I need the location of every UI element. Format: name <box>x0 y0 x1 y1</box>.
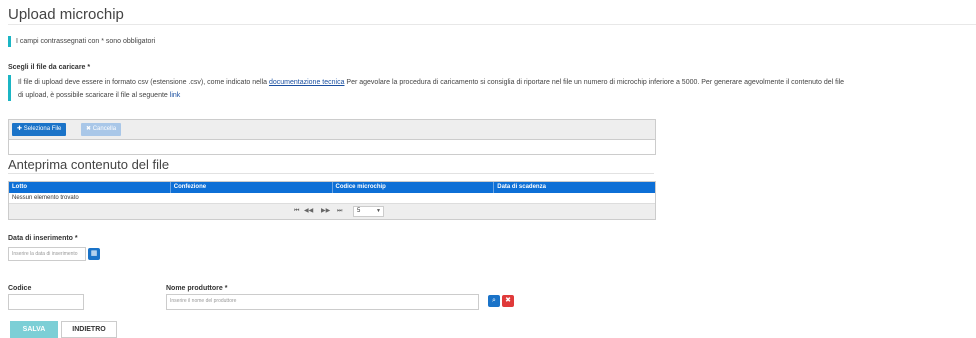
back-button[interactable]: INDIETRO <box>61 321 117 338</box>
upload-info-marker <box>8 75 11 101</box>
nome-produttore-label: Nome produttore * <box>166 285 228 292</box>
calendar-icon: ▦ <box>90 250 98 257</box>
preview-title: Anteprima contenuto del file <box>8 157 170 172</box>
upload-label: Scegli il file da caricare * <box>8 64 91 71</box>
data-inserimento-label: Data di inserimento * <box>8 235 78 242</box>
title-divider <box>8 24 976 25</box>
upload-info-line1: Il file di upload deve essere in formato… <box>18 76 844 89</box>
cancel-file-button[interactable]: ✖ Cancella <box>81 123 122 136</box>
last-page-icon[interactable]: ⏭ <box>337 207 342 216</box>
preview-divider <box>8 173 654 174</box>
first-page-icon[interactable]: ⏮ <box>294 207 299 216</box>
save-button[interactable]: SALVA <box>10 321 58 338</box>
chevron-down-icon: ▼ <box>376 208 381 214</box>
clear-button[interactable]: ✖ <box>502 295 514 307</box>
upload-info-text: Il file di upload deve essere in formato… <box>18 79 269 86</box>
empty-table-message: Nessun elemento trovato <box>9 193 655 204</box>
nome-produttore-input[interactable]: Inserire il nome del produttore <box>166 294 479 310</box>
column-header-codice-microchip[interactable]: Codice microchip <box>333 182 495 193</box>
column-header-lotto[interactable]: Lotto <box>9 182 171 193</box>
search-button[interactable]: ⌕ <box>488 295 500 307</box>
column-header-data-scadenza[interactable]: Data di scadenza <box>494 182 655 193</box>
plus-icon: ✚ <box>17 126 23 132</box>
codice-input[interactable] <box>8 294 84 310</box>
close-icon: ✖ <box>86 126 92 132</box>
upload-info-line2: di upload, è possibile scaricare il file… <box>18 89 180 102</box>
calendar-button[interactable]: ▦ <box>88 248 100 260</box>
table-paginator: ⏮ ◀◀ ▶▶ ⏭ 5 ▼ <box>9 204 655 219</box>
select-file-label: Seleziona File <box>23 126 62 132</box>
column-header-confezione[interactable]: Confezione <box>171 182 333 193</box>
upload-info-text-3: di upload, è possibile scaricare il file… <box>18 92 170 99</box>
required-note-marker <box>8 36 11 47</box>
codice-label: Codice <box>8 285 32 292</box>
upload-info-text-2: Per agevolare la procedura di caricament… <box>344 79 845 86</box>
rows-per-page-select[interactable]: 5 ▼ <box>353 206 384 217</box>
required-note: I campi contrassegnati con * sono obblig… <box>16 38 156 45</box>
cancel-file-label: Cancella <box>92 126 117 132</box>
close-icon: ✖ <box>505 297 511 304</box>
technical-docs-link[interactable]: documentazione tecnica <box>269 79 345 86</box>
table-header: Lotto Confezione Codice microchip Data d… <box>9 182 655 193</box>
select-file-button[interactable]: ✚ Seleziona File <box>12 123 67 136</box>
data-inserimento-input[interactable]: Inserire la data di inserimento <box>8 247 86 261</box>
search-icon: ⌕ <box>492 297 496 304</box>
prev-page-icon[interactable]: ◀◀ <box>304 207 313 216</box>
template-download-link[interactable]: link <box>170 92 181 99</box>
rows-per-page-value: 5 <box>357 208 361 214</box>
preview-table: Lotto Confezione Codice microchip Data d… <box>8 181 656 220</box>
next-page-icon[interactable]: ▶▶ <box>321 207 330 216</box>
page-title: Upload microchip <box>8 6 124 23</box>
file-upload-panel: ✚ Seleziona File ✖ Cancella <box>8 119 656 155</box>
file-upload-toolbar: ✚ Seleziona File ✖ Cancella <box>9 120 655 140</box>
